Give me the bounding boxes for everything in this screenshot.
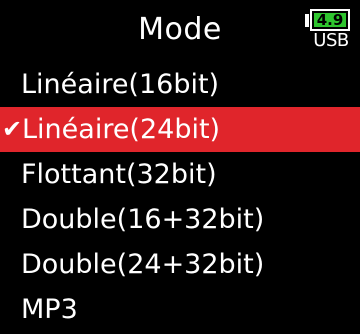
- menu-item-flottant-32bit[interactable]: Flottant(32bit): [0, 152, 360, 197]
- menu-item-label: Linéaire(24bit): [22, 114, 221, 145]
- menu-item-lineaire-24bit[interactable]: ✔ Linéaire(24bit): [0, 107, 360, 152]
- menu-item-mp3[interactable]: MP3: [0, 287, 360, 332]
- mode-menu: Linéaire(16bit) ✔ Linéaire(24bit) Flotta…: [0, 62, 360, 332]
- power-source-label: USB: [313, 30, 349, 51]
- menu-item-lineaire-16bit[interactable]: Linéaire(16bit): [0, 62, 360, 107]
- menu-item-label: MP3: [21, 294, 78, 325]
- battery-indicator: 4.9 USB: [305, 9, 353, 51]
- checkmark-icon: ✔: [2, 115, 23, 143]
- menu-item-label: Flottant(32bit): [21, 159, 217, 190]
- menu-item-label: Double(16+32bit): [21, 204, 265, 235]
- battery-body: 4.9: [310, 9, 350, 31]
- battery-terminal: [305, 14, 309, 27]
- menu-item-double-16-32bit[interactable]: Double(16+32bit): [0, 197, 360, 242]
- menu-item-label: Double(24+32bit): [21, 249, 265, 280]
- battery-voltage: 4.9: [316, 11, 344, 29]
- screen-header: Mode 4.9 USB: [0, 0, 360, 62]
- menu-item-double-24-32bit[interactable]: Double(24+32bit): [0, 242, 360, 287]
- menu-item-label: Linéaire(16bit): [21, 69, 220, 100]
